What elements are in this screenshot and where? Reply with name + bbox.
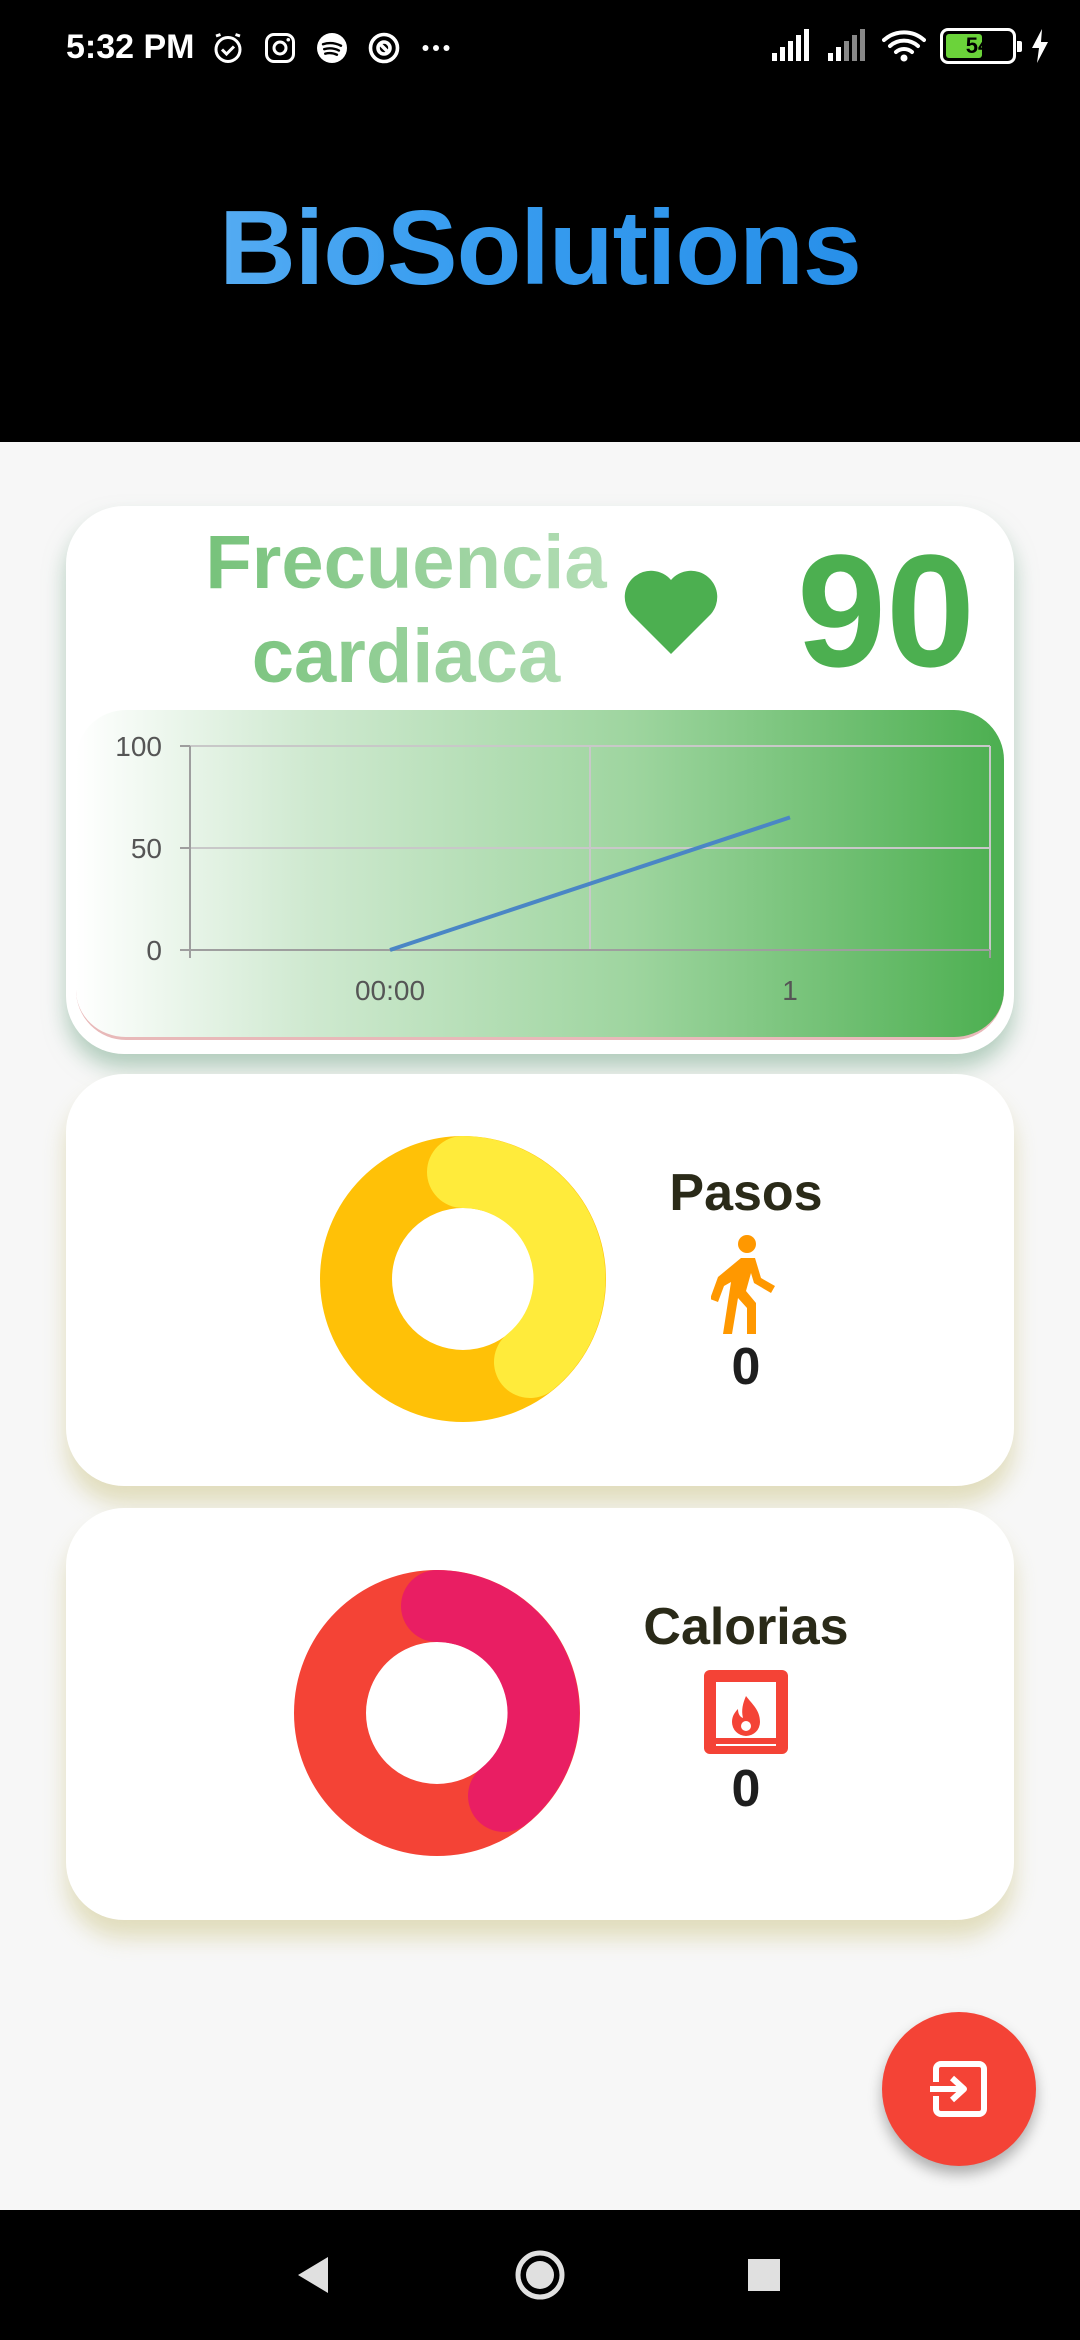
calories-card[interactable]: Calorias 0 [66,1508,1014,1920]
chart-x-tick-label: 00:00 [355,975,425,1006]
chart-y-tick-label: 0 [146,935,162,966]
vpn-icon [368,32,400,64]
steps-donut-chart [320,1136,606,1422]
spotify-icon [317,33,347,63]
steps-metric: Pasos 0 [616,1162,876,1398]
battery-icon: 54 [940,28,1022,64]
calories-label: Calorias [643,1598,849,1656]
recents-button[interactable] [704,2210,824,2340]
status-icons-left [210,30,454,66]
instagram-icon [265,33,295,63]
home-icon [515,2250,565,2300]
more-icon [422,45,450,51]
signal-icon [772,29,809,61]
signal-icon [828,29,865,61]
back-button[interactable] [252,2210,372,2340]
chart-y-tick-label: 50 [131,833,162,864]
steps-label: Pasos [669,1164,823,1222]
status-bar: 5:32 PM 54 [0,0,1080,100]
chart-y-tick-label: 100 [115,731,162,762]
chart-x-tick-label: 1 [782,975,798,1006]
back-icon [298,2257,328,2293]
heart-rate-value: 90 [797,521,975,700]
fireplace-icon [704,1670,788,1754]
battery-level: 54 [965,33,991,58]
calories-metric: Calorias 0 [616,1596,876,1820]
status-icons-right: 54 [770,28,1050,64]
heart-rate-chart-svg: 100 50 0 00:00 1 [115,731,991,1006]
wifi-icon [882,30,926,62]
heart-rate-card[interactable]: Frecuencia cardiaca 90 100 50 0 00:00 1 [66,506,1014,1054]
home-button[interactable] [480,2210,600,2340]
walk-icon [711,1235,775,1334]
heart-rate-chart[interactable]: 100 50 0 00:00 1 [76,710,1004,1040]
app-title: BioSolutions [0,188,1080,309]
steps-value: 0 [731,1338,761,1396]
status-time: 5:32 PM [66,28,195,66]
app-header: 5:32 PM 54 BioSolutions [0,0,1080,442]
navigation-bar [0,2210,1080,2340]
alarm-icon [214,33,242,63]
calories-value: 0 [731,1760,761,1818]
logout-button[interactable] [882,2012,1036,2166]
steps-card[interactable]: Pasos 0 [66,1074,1014,1486]
logout-icon [928,2061,987,2117]
charging-icon [1032,29,1048,63]
calories-donut-chart [294,1570,580,1856]
recents-icon [748,2259,780,2291]
heart-icon [624,570,718,654]
